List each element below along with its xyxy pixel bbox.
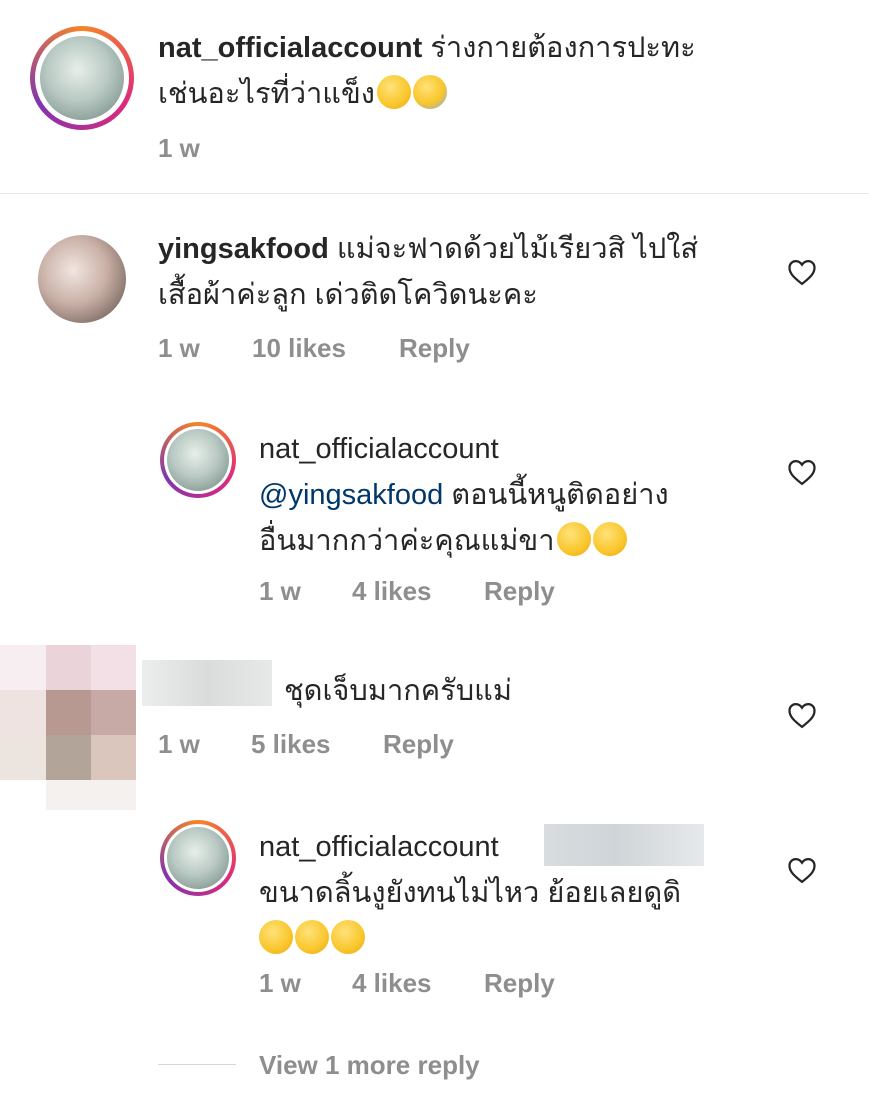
reply-button[interactable]: Reply (484, 576, 555, 607)
heart-outline-icon[interactable] (787, 701, 817, 729)
comment-username[interactable]: nat_officialaccount (259, 433, 499, 465)
comment-text: nat_officialaccount @yingsakfood ตอนนี้ห… (259, 426, 769, 564)
caption-text: nat_officialaccount ร่างกายต้องการปะทะ เ… (158, 25, 838, 117)
comment-text-line1: แม่จะฟาดด้วยไม้เรียวสิ ไปใส่ (336, 233, 699, 265)
comment-likes[interactable]: 10 likes (252, 333, 346, 364)
view-more-replies-button[interactable]: View 1 more reply (259, 1050, 480, 1081)
joy-face-emoji (259, 920, 293, 954)
comment-likes[interactable]: 4 likes (352, 576, 432, 607)
comment-likes[interactable]: 5 likes (251, 729, 331, 760)
comment-time: 1 w (259, 968, 301, 998)
joy-face-emoji (295, 920, 329, 954)
comment-username[interactable]: nat_officialaccount (259, 831, 499, 863)
grinning-sweat-emoji (556, 522, 591, 556)
partying-face-emoji (376, 75, 411, 109)
fearful-face-emoji (412, 75, 447, 109)
comment-time: 1 w (158, 333, 200, 363)
comment-text-line2: เสื้อผ้าค่ะลูก เด่วติดโควิดนะคะ (158, 279, 538, 311)
avatar[interactable] (38, 235, 126, 323)
heart-outline-icon[interactable] (787, 856, 817, 884)
comment-time: 1 w (259, 576, 301, 606)
joy-face-emoji (331, 920, 365, 954)
divider (0, 193, 869, 194)
avatar[interactable] (160, 422, 236, 498)
comment-text: ชุดเจ็บมากครับแม่ (284, 668, 764, 714)
heart-outline-icon[interactable] (787, 458, 817, 486)
comment-text-line2: อื่นมากกว่าค่ะคุณแม่ขา (259, 525, 555, 557)
comment-username[interactable]: yingsakfood (158, 233, 329, 265)
redacted-username (142, 660, 272, 706)
view-more-line (158, 1064, 236, 1065)
comment-text-line1: ตอนนี้หนูติดอย่าง (443, 479, 669, 511)
avatar[interactable] (30, 26, 134, 130)
reply-button[interactable]: Reply (383, 729, 454, 760)
caption-text-line2: เช่นอะไรที่ว่าแข็ง (158, 78, 375, 110)
caption-time: 1 w (158, 133, 200, 163)
comment-text: yingsakfood แม่จะฟาดด้วยไม้เรียวสิ ไปใส่… (158, 226, 768, 318)
comment-time: 1 w (158, 729, 200, 759)
heart-outline-icon[interactable] (787, 258, 817, 286)
comment-text-line1: ชุดเจ็บมากครับแม่ (284, 675, 512, 707)
reply-button[interactable]: Reply (399, 333, 470, 364)
comment-text: nat_officialaccount ขนาดลิ้นงูยังทนไม่ไห… (259, 824, 779, 962)
avatar[interactable] (0, 645, 136, 810)
reply-button[interactable]: Reply (484, 968, 555, 999)
caption-username[interactable]: nat_officialaccount (158, 32, 422, 64)
partying-face-emoji (592, 522, 627, 556)
avatar[interactable] (160, 820, 236, 896)
comment-text-line1: ขนาดลิ้นงูยังทนไม่ไหว ย้อยเลยดูดิ (259, 877, 682, 909)
mention-link[interactable]: @yingsakfood (259, 479, 443, 511)
comment-likes[interactable]: 4 likes (352, 968, 432, 999)
caption-text-line1: ร่างกายต้องการปะทะ (430, 32, 696, 64)
